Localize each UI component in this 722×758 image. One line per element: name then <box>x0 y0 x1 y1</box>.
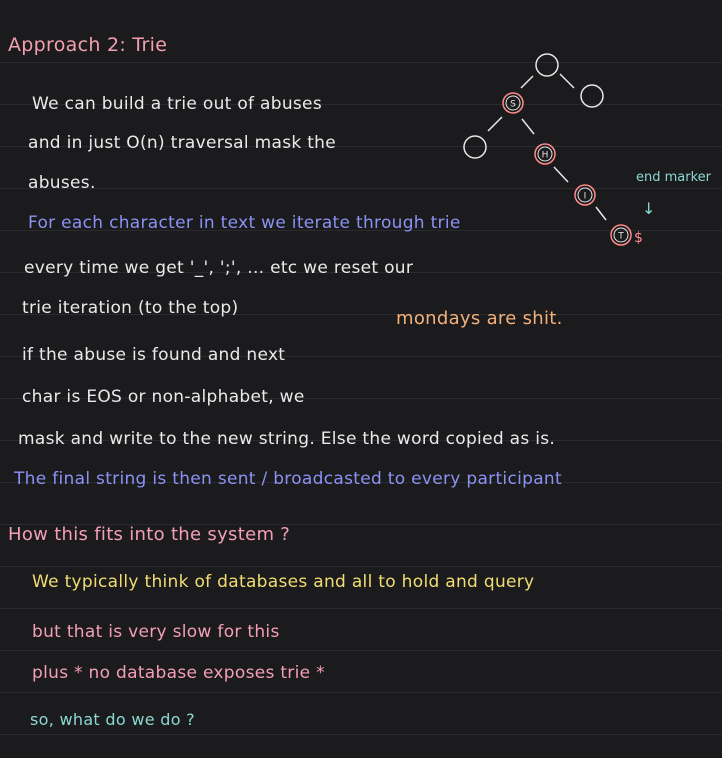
paragraph5: The final string is then sent / broadcas… <box>14 469 562 489</box>
rule-line <box>0 608 722 609</box>
paragraph4-line1: if the abuse is found and next <box>22 345 286 365</box>
page-heading: Approach 2: Trie <box>8 34 168 56</box>
end-marker-label: end marker <box>636 170 712 185</box>
rule-line <box>0 692 722 693</box>
trie-edge <box>487 116 503 132</box>
rule-line <box>0 650 722 651</box>
paragraph1-line3: abuses. <box>28 173 96 193</box>
trie-edge <box>553 166 569 183</box>
paragraph4-line3: mask and write to the new string. Else t… <box>18 429 556 449</box>
paragraph4-line2: char is EOS or non-alphabet, we <box>22 387 305 407</box>
rule-line <box>0 566 722 567</box>
paragraph1-line2: and in just O(n) traversal mask the <box>28 133 336 153</box>
section2-line1: We typically think of databases and all … <box>32 572 535 592</box>
trie-node <box>580 84 604 108</box>
trie-edge <box>595 206 607 221</box>
trie-edge <box>559 73 575 89</box>
trie-edge <box>520 75 534 89</box>
section2-line2: but that is very slow for this <box>32 622 280 642</box>
trie-edge <box>521 118 535 135</box>
section2-line3: plus * no database exposes trie * <box>32 663 325 683</box>
trie-node-h-label: H <box>542 151 549 161</box>
trie-diagram: S H I T $ end marker ↓ <box>463 53 712 246</box>
end-marker-symbol: $ <box>634 230 643 246</box>
trie-node <box>463 135 487 159</box>
end-marker-arrow: ↓ <box>642 199 655 218</box>
side-note: mondays are shit. <box>396 308 563 329</box>
paragraph2: For each character in text we iterate th… <box>28 213 461 233</box>
trie-node-t-label: T <box>617 232 624 242</box>
paragraph3-line1: every time we get '_', ';', ... etc we r… <box>24 258 414 278</box>
trie-root-node <box>535 53 559 77</box>
paragraph3-line2: trie iteration (to the top) <box>22 298 239 318</box>
section2-line4: so, what do we do ? <box>30 710 195 729</box>
trie-node-i-label: I <box>584 192 587 202</box>
section2-heading: How this fits into the system ? <box>8 524 291 545</box>
trie-node-s-label: S <box>510 100 516 110</box>
rule-line <box>0 734 722 735</box>
paragraph1-line1: We can build a trie out of abuses <box>32 94 322 114</box>
